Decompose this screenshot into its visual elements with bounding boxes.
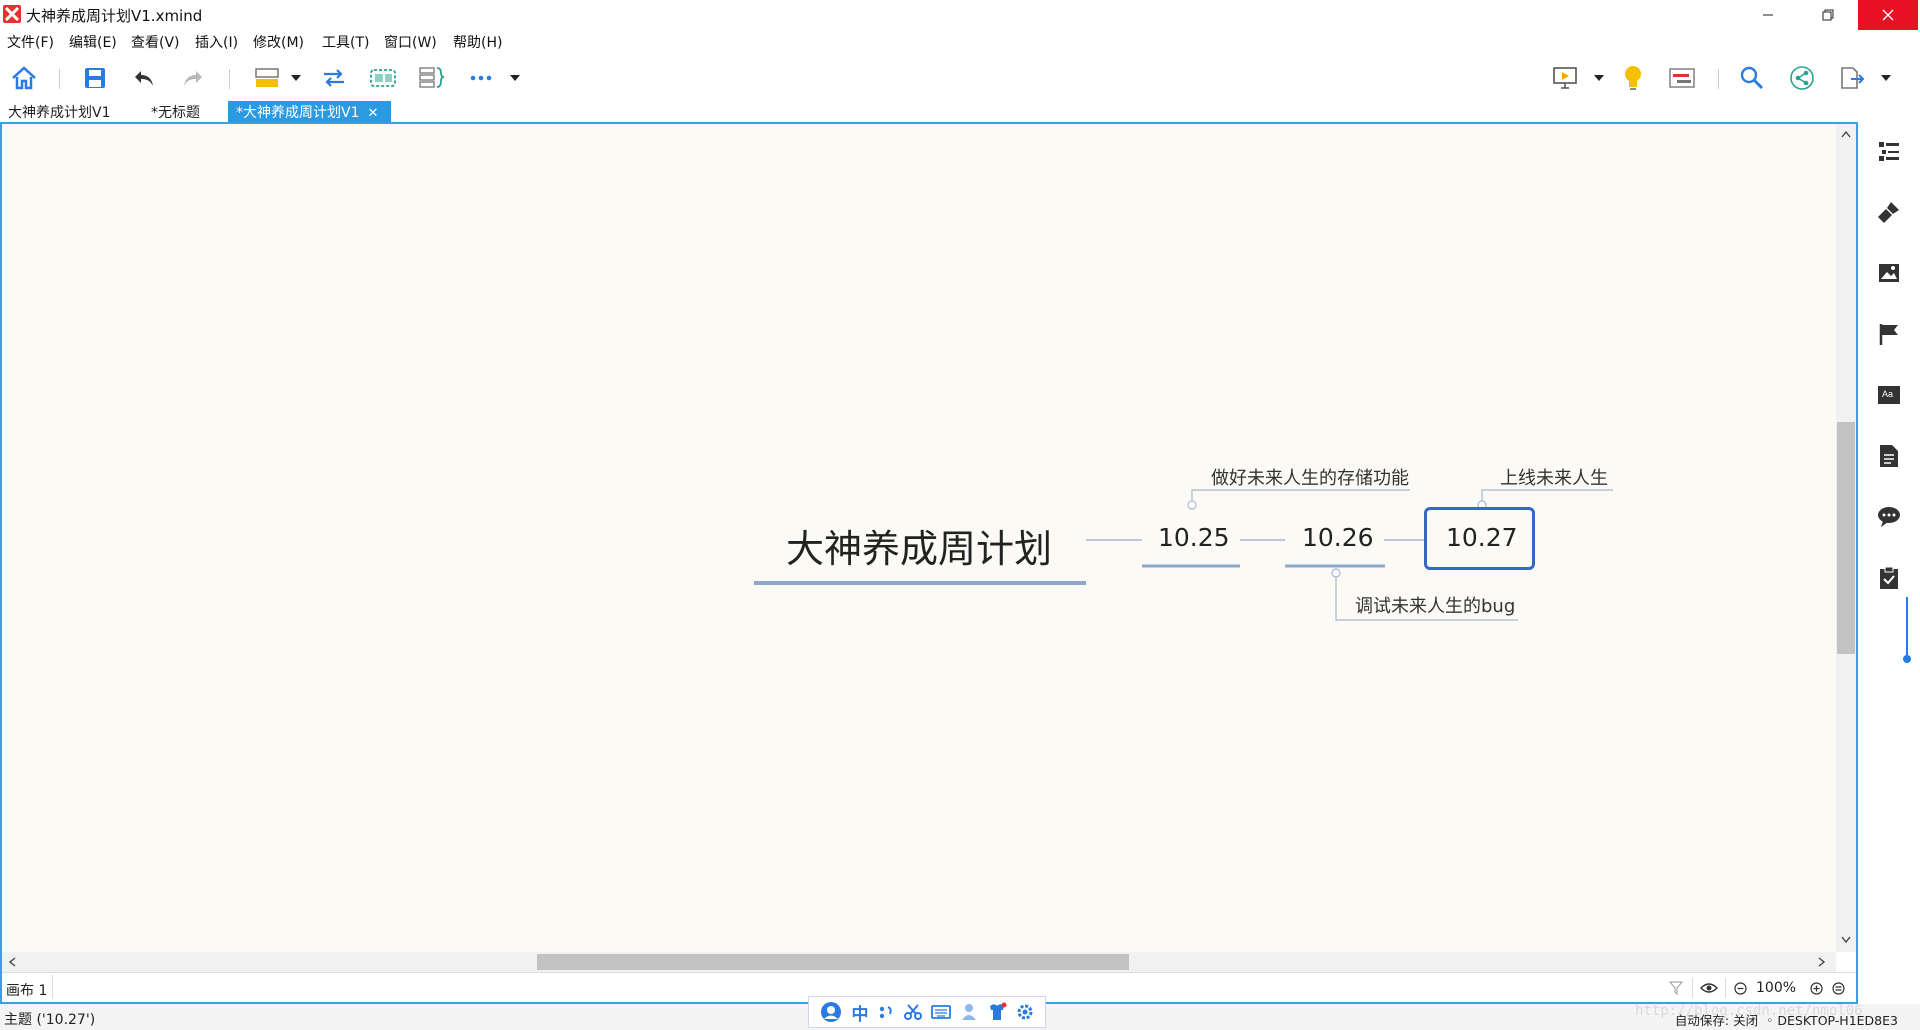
central-topic-underline [754, 581, 1086, 585]
ime-toolbar: 中 [808, 996, 1046, 1028]
callout-anchor-1025 [1187, 500, 1197, 510]
topic-1025[interactable]: 10.25 [1158, 523, 1230, 552]
callout-line-1025 [1191, 489, 1410, 504]
outline-icon[interactable] [1874, 136, 1904, 166]
zoom-in-icon[interactable] [1810, 982, 1823, 995]
format-brush-icon[interactable] [1874, 197, 1904, 227]
ime-punctuation-icon[interactable] [878, 1004, 894, 1020]
callout-1026[interactable]: 调试未来人生的bug [1355, 592, 1515, 618]
mindmap-connectors [1086, 489, 1613, 621]
eye-icon[interactable] [1700, 982, 1718, 994]
zoom-out-icon[interactable] [1734, 982, 1747, 995]
ime-skin-icon[interactable] [987, 1002, 1007, 1022]
callout-1027[interactable]: 上线未来人生 [1500, 464, 1608, 490]
zoom-fit-icon[interactable] [1832, 982, 1845, 995]
image-icon[interactable] [1874, 258, 1904, 288]
scroll-right-icon [1818, 957, 1826, 967]
sheet-tab-1[interactable]: 画布 1 [6, 980, 47, 1000]
zoom-divider [1692, 978, 1693, 998]
status-selected-topic: 主题 ('10.27') [4, 1012, 96, 1028]
svg-text:Aa: Aa [1882, 389, 1893, 399]
notes-icon[interactable] [1874, 441, 1904, 471]
ime-mode[interactable]: 中 [851, 1000, 868, 1025]
marker-flag-icon[interactable] [1874, 319, 1904, 349]
ime-settings-gear-icon[interactable] [1016, 1003, 1034, 1021]
scroll-up-icon [1841, 130, 1851, 138]
ime-keyboard-icon[interactable] [931, 1004, 952, 1020]
watermark: http://blog.csdn.net/nmol06 [1635, 1003, 1863, 1019]
zoom-level: 100% [1756, 980, 1797, 996]
scroll-down-icon [1841, 936, 1851, 944]
ime-scissors-icon[interactable] [903, 1003, 922, 1021]
callout-anchor-1026 [1331, 568, 1341, 578]
topic-1027[interactable]: 10.27 [1446, 523, 1518, 552]
filter-icon[interactable] [1669, 981, 1683, 995]
horizontal-scroll-thumb[interactable] [537, 954, 1129, 970]
text-style-icon[interactable]: Aa [1874, 380, 1904, 410]
zoom-divider [1725, 978, 1726, 998]
scroll-left-icon [8, 957, 16, 967]
right-panel: Aa [1858, 122, 1920, 1004]
sheet-divider [52, 975, 53, 999]
ime-logo-icon[interactable] [820, 1001, 842, 1023]
callout-1025[interactable]: 做好未来人生的存储功能 [1211, 464, 1409, 490]
ime-user-icon[interactable] [961, 1003, 977, 1021]
task-icon[interactable] [1874, 563, 1904, 593]
panel-drag-handle[interactable] [1902, 597, 1911, 663]
callout-line-1027 [1481, 489, 1613, 505]
vertical-scroll-thumb[interactable] [1837, 422, 1855, 654]
comments-icon[interactable] [1874, 502, 1904, 532]
central-topic[interactable]: 大神养成周计划 [786, 518, 1052, 573]
topic-1026[interactable]: 10.26 [1302, 523, 1374, 552]
